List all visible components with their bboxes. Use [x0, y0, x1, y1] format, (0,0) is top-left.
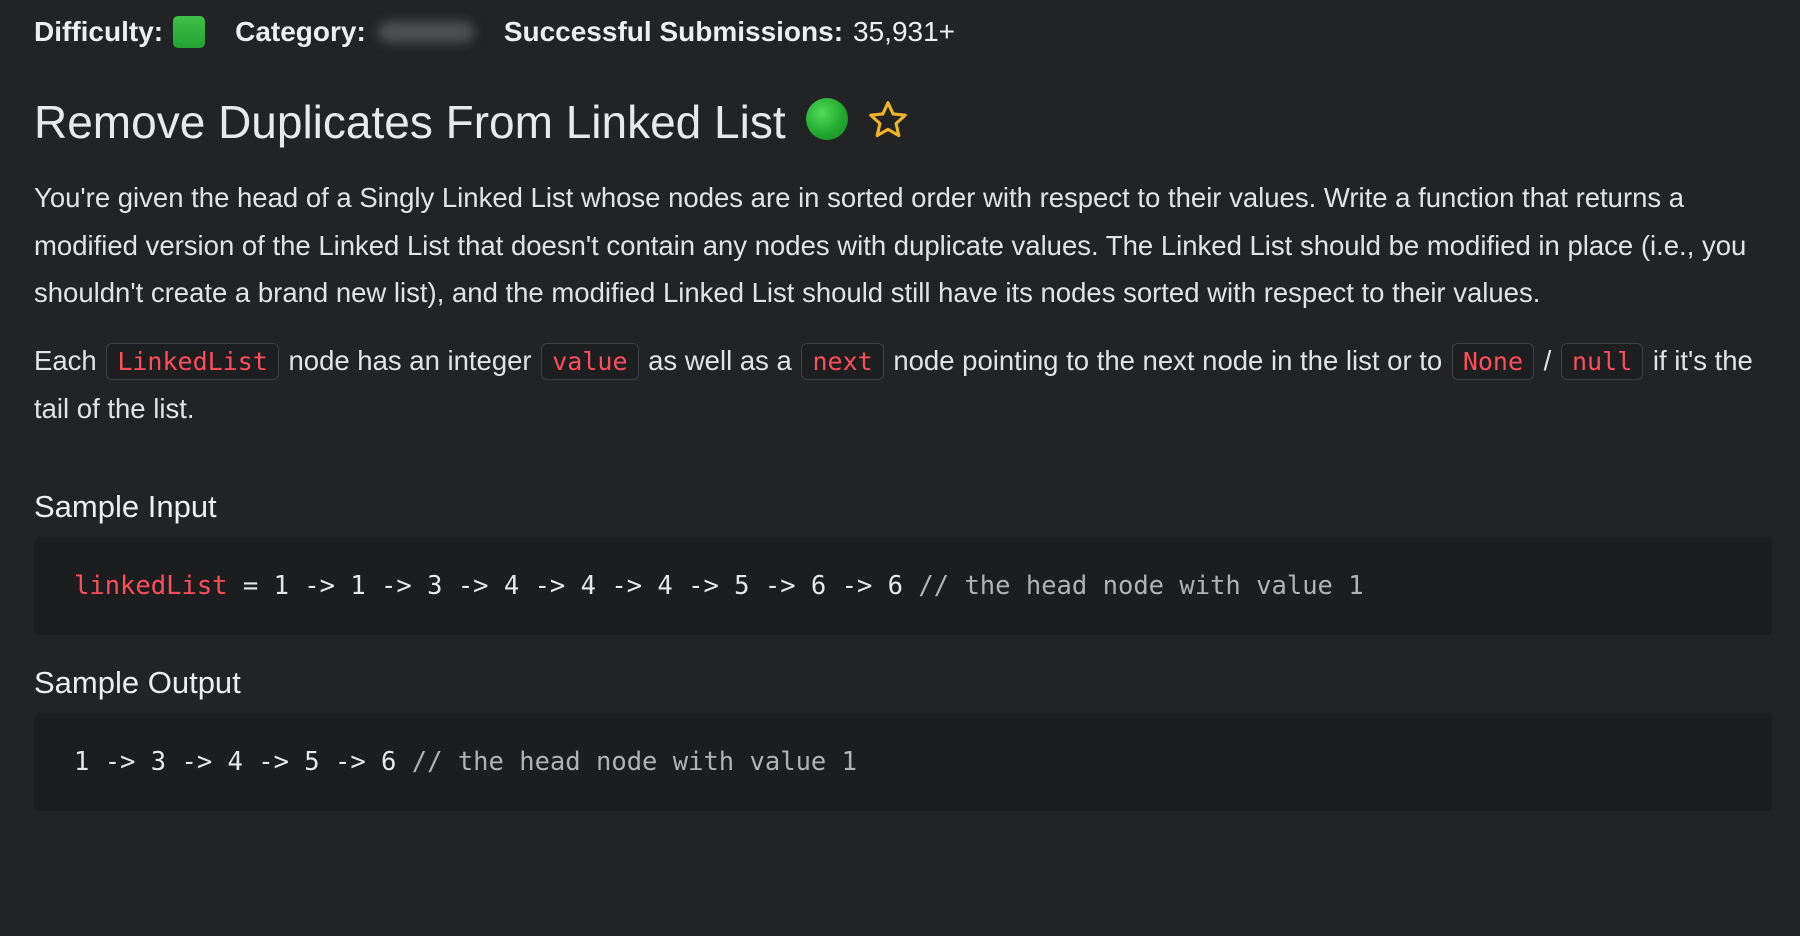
code-comment: // the head node with value 1: [918, 570, 1364, 601]
sample-input-code-block: linkedList = 1 -> 1 -> 3 -> 4 -> 4 -> 4 …: [34, 536, 1772, 635]
linked-list-description: Each LinkedList node has an integer valu…: [34, 337, 1766, 433]
inline-code-null: null: [1560, 342, 1644, 380]
problem-description: You're given the head of a Singly Linked…: [34, 182, 1747, 308]
star-outline-icon[interactable]: [866, 98, 910, 142]
sample-input-heading: Sample Input: [34, 488, 217, 524]
description-text: /: [1536, 344, 1559, 376]
category-value-blurred: [377, 21, 474, 43]
inline-code-next: next: [801, 342, 884, 380]
inline-code-linkedlist: LinkedList: [106, 342, 279, 380]
problem-meta-row: Difficulty: Category: Successful Submiss…: [34, 12, 1766, 52]
sample-output-heading: Sample Output: [34, 664, 241, 700]
difficulty-label: Difficulty:: [34, 16, 164, 47]
description-text: node pointing to the next node in the li…: [885, 344, 1450, 376]
description-text: Each: [34, 344, 105, 376]
difficulty-easy-badge: [173, 16, 206, 48]
inline-code-none: None: [1451, 342, 1535, 380]
description-text: node has an integer: [280, 344, 540, 376]
sample-output-code-block: 1 -> 3 -> 4 -> 5 -> 6 // the head node w…: [34, 712, 1772, 811]
description-text: as well as a: [640, 344, 800, 376]
code-expression: 1 -> 3 -> 4 -> 5 -> 6: [74, 746, 412, 777]
code-comment: // the head node with value 1: [411, 746, 857, 777]
code-variable: linkedList: [74, 570, 228, 601]
code-expression: = 1 -> 1 -> 3 -> 4 -> 4 -> 4 -> 5 -> 6 -…: [227, 570, 919, 601]
completed-dot-icon: [805, 98, 848, 140]
category-label: Category:: [235, 16, 366, 47]
page-title: Remove Duplicates From Linked List: [34, 96, 786, 148]
submissions-value: 35,931+: [853, 16, 956, 47]
title-row: Remove Duplicates From Linked List: [34, 92, 1766, 152]
problem-page: Difficulty: Category: Successful Submiss…: [0, 0, 1800, 936]
inline-code-value: value: [541, 342, 639, 380]
submissions-label: Successful Submissions:: [503, 16, 844, 47]
